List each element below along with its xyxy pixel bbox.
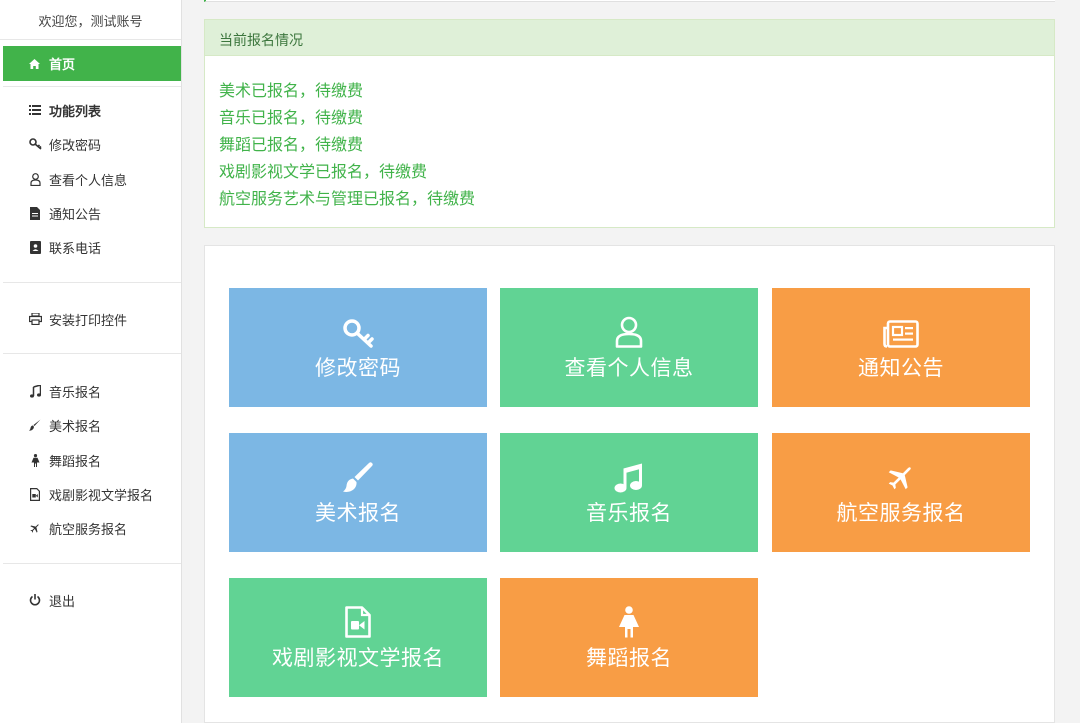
function-list-header: 功能列表 bbox=[28, 100, 101, 120]
welcome-text: 欢迎您，测试账号 bbox=[0, 0, 181, 40]
tile-dance-registration[interactable]: 舞蹈报名 bbox=[500, 578, 758, 697]
panel-title: 当前报名情况 bbox=[205, 20, 1054, 56]
phone-book-icon bbox=[28, 240, 42, 254]
sidebar-item-install-print[interactable]: 安装打印控件 bbox=[28, 309, 127, 329]
sidebar-item-profile[interactable]: 查看个人信息 bbox=[28, 169, 127, 189]
status-list: 美术已报名，待缴费 音乐已报名，待缴费 舞蹈已报名，待缴费 戏剧影视文学已报名，… bbox=[205, 56, 1054, 212]
tile-label: 通知公告 bbox=[858, 355, 944, 380]
top-panel-edge bbox=[204, 0, 1055, 2]
file-icon bbox=[28, 206, 42, 220]
sidebar-item-contact[interactable]: 联系电话 bbox=[28, 237, 101, 257]
sidebar-item-art-registration[interactable]: 美术报名 bbox=[28, 415, 101, 435]
tile-music-registration[interactable]: 音乐报名 bbox=[500, 433, 758, 552]
sidebar-item-label: 退出 bbox=[49, 594, 76, 610]
music-icon bbox=[614, 459, 644, 493]
newspaper-icon bbox=[883, 314, 919, 348]
tile-label: 戏剧影视文学报名 bbox=[272, 645, 444, 670]
sidebar: 欢迎您，测试账号 首页 功能列表 修改密码 查看个人信息 通知公告 联系电话 安… bbox=[0, 0, 182, 723]
divider bbox=[3, 282, 181, 283]
tile-change-password[interactable]: 修改密码 bbox=[229, 288, 487, 407]
divider bbox=[3, 86, 181, 87]
sidebar-item-label: 修改密码 bbox=[49, 138, 102, 154]
status-line: 戏剧影视文学已报名，待缴费 bbox=[219, 162, 428, 181]
plane-icon bbox=[885, 459, 917, 493]
sidebar-item-music-registration[interactable]: 音乐报名 bbox=[28, 381, 101, 401]
power-icon bbox=[28, 593, 42, 607]
sidebar-item-label: 音乐报名 bbox=[49, 385, 102, 401]
divider bbox=[3, 563, 181, 564]
divider bbox=[3, 353, 181, 354]
user-icon bbox=[615, 314, 643, 348]
key-icon bbox=[342, 314, 374, 348]
video-file-icon bbox=[28, 487, 42, 501]
tile-label: 航空服务报名 bbox=[836, 500, 966, 525]
status-line: 航空服务艺术与管理已报名，待缴费 bbox=[219, 189, 476, 208]
tile-label: 舞蹈报名 bbox=[586, 645, 672, 670]
status-line: 音乐已报名，待缴费 bbox=[219, 108, 364, 127]
brush-icon bbox=[28, 418, 42, 432]
tile-drama-registration[interactable]: 戏剧影视文学报名 bbox=[229, 578, 487, 697]
sidebar-item-drama-registration[interactable]: 戏剧影视文学报名 bbox=[28, 484, 153, 504]
tile-label: 修改密码 bbox=[315, 355, 401, 380]
status-line: 美术已报名，待缴费 bbox=[219, 81, 364, 100]
female-icon bbox=[28, 453, 42, 467]
tile-label: 音乐报名 bbox=[586, 500, 672, 525]
sidebar-item-label: 安装打印控件 bbox=[49, 313, 128, 329]
sidebar-item-label: 首页 bbox=[49, 58, 76, 73]
sidebar-item-home[interactable]: 首页 bbox=[3, 46, 181, 81]
user-icon bbox=[28, 172, 42, 186]
status-line: 舞蹈已报名，待缴费 bbox=[219, 135, 364, 154]
sidebar-item-label: 戏剧影视文学报名 bbox=[49, 488, 154, 504]
tile-view-profile[interactable]: 查看个人信息 bbox=[500, 288, 758, 407]
female-icon bbox=[618, 604, 640, 638]
registration-status-panel: 当前报名情况 美术已报名，待缴费 音乐已报名，待缴费 舞蹈已报名，待缴费 戏剧影… bbox=[204, 19, 1055, 228]
music-icon bbox=[28, 384, 42, 398]
sidebar-item-logout[interactable]: 退出 bbox=[28, 590, 75, 610]
sidebar-item-label: 舞蹈报名 bbox=[49, 454, 102, 470]
print-icon bbox=[28, 312, 42, 326]
sidebar-item-label: 联系电话 bbox=[49, 241, 102, 257]
sidebar-item-label: 美术报名 bbox=[49, 419, 102, 435]
sidebar-item-dance-registration[interactable]: 舞蹈报名 bbox=[28, 450, 101, 470]
sidebar-item-label: 航空服务报名 bbox=[49, 522, 128, 538]
home-icon bbox=[29, 58, 40, 69]
brush-icon bbox=[342, 459, 374, 493]
plane-icon bbox=[28, 521, 42, 535]
quick-actions-panel: 修改密码 查看个人信息 通知公告 美术报名 音乐报名 航空服务报名 戏剧影视文学… bbox=[204, 245, 1055, 723]
sidebar-item-change-password[interactable]: 修改密码 bbox=[28, 134, 101, 154]
function-list-label: 功能列表 bbox=[49, 104, 102, 120]
sidebar-item-label: 查看个人信息 bbox=[49, 173, 128, 189]
tile-aviation-registration[interactable]: 航空服务报名 bbox=[772, 433, 1030, 552]
sidebar-item-aviation-registration[interactable]: 航空服务报名 bbox=[28, 518, 127, 538]
tile-label: 美术报名 bbox=[315, 500, 401, 525]
key-icon bbox=[28, 137, 42, 151]
tile-notice[interactable]: 通知公告 bbox=[772, 288, 1030, 407]
list-icon bbox=[28, 103, 42, 117]
tile-art-registration[interactable]: 美术报名 bbox=[229, 433, 487, 552]
sidebar-item-notice[interactable]: 通知公告 bbox=[28, 203, 101, 223]
tile-label: 查看个人信息 bbox=[564, 355, 694, 380]
sidebar-item-label: 通知公告 bbox=[49, 207, 102, 223]
video-file-icon bbox=[345, 604, 371, 638]
